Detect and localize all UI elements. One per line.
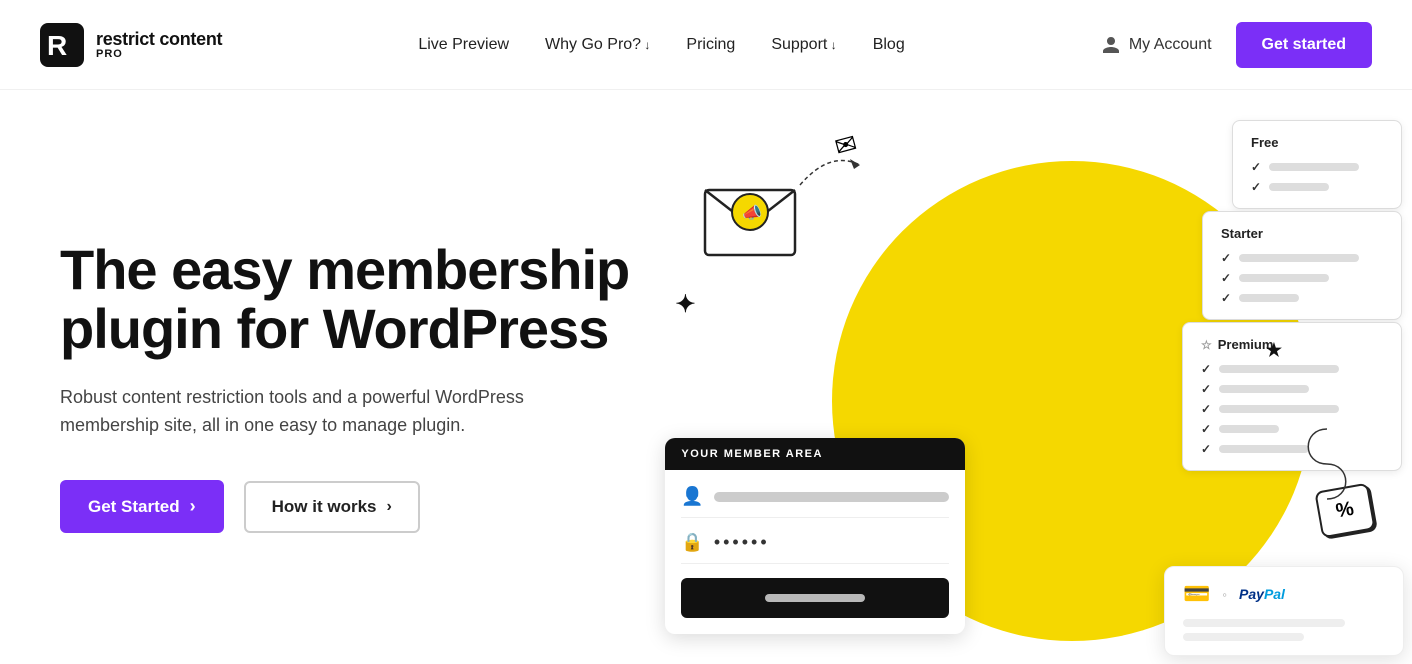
hero-section: The easy membership plugin for WordPress… [0, 90, 1412, 664]
paypal-logo: PayPal [1239, 586, 1285, 602]
login-button-label [765, 594, 865, 602]
navbar: R restrict content PRO Live Preview Why … [0, 0, 1412, 90]
yellow-circle [832, 161, 1312, 641]
hero-buttons: Get Started › How it works › [60, 480, 760, 533]
lock-icon: 🔒 [681, 532, 703, 553]
svg-text:R: R [47, 30, 67, 61]
card-free: Free ✓ ✓ [1232, 120, 1402, 209]
svg-text:📣: 📣 [742, 204, 762, 222]
logo-pro-badge: PRO [96, 49, 222, 60]
payment-line-1 [1183, 619, 1345, 627]
discount-tag: % [1315, 483, 1376, 539]
arrow-icon-secondary: › [387, 498, 392, 516]
get-started-button[interactable]: Get Started › [60, 480, 224, 533]
how-it-works-button[interactable]: How it works › [244, 481, 420, 533]
payment-options: 💳 ◦ PayPal [1183, 581, 1385, 607]
nav-item-why-go-pro[interactable]: Why Go Pro? [545, 36, 650, 54]
my-account-label: My Account [1129, 36, 1212, 54]
pricing-cards-container: Free ✓ ✓ Starter ✓ ✓ ✓ [1150, 120, 1402, 471]
paper-plane-icon: ✉ [832, 128, 861, 164]
arrow-icon: › [190, 496, 196, 517]
nav-item-live-preview[interactable]: Live Preview [418, 36, 509, 54]
card-starter-title: Starter [1221, 226, 1383, 241]
payment-card: 💳 ◦ PayPal [1164, 566, 1404, 656]
hero-content: The easy membership plugin for WordPress… [60, 221, 760, 533]
logo-main-text: restrict content [96, 30, 222, 48]
payment-line-2 [1183, 633, 1304, 641]
star-decoration-2: ★ [1266, 340, 1282, 361]
payment-details [1183, 619, 1385, 641]
card-premium: ☆ Premium ✓ ✓ ✓ ✓ ✓ [1182, 322, 1402, 471]
hero-subtitle: Robust content restriction tools and a p… [60, 383, 600, 441]
logo-link[interactable]: R restrict content PRO [40, 23, 222, 67]
nav-item-support[interactable]: Support [771, 36, 836, 54]
nav-item-blog[interactable]: Blog [873, 36, 905, 54]
credit-card-icon: 💳 [1183, 581, 1210, 607]
login-button [681, 578, 949, 618]
password-dots: •••••• [714, 532, 950, 553]
discount-percent: % [1334, 498, 1355, 523]
password-field: 🔒 •••••• [681, 532, 949, 564]
nav-right: My Account Get started [1101, 22, 1372, 68]
user-icon [1101, 35, 1121, 55]
nav-links: Live Preview Why Go Pro? Pricing Support… [418, 36, 904, 54]
decorative-swirl [1297, 424, 1357, 504]
my-account-link[interactable]: My Account [1101, 35, 1212, 55]
card-premium-title: ☆ Premium [1201, 337, 1383, 352]
card-free-title: Free [1251, 135, 1383, 150]
card-starter: Starter ✓ ✓ ✓ [1202, 211, 1402, 320]
logo-icon: R [40, 23, 84, 67]
curved-arrow [790, 145, 870, 195]
hero-title: The easy membership plugin for WordPress [60, 241, 760, 359]
nav-item-pricing[interactable]: Pricing [686, 36, 735, 54]
nav-get-started-button[interactable]: Get started [1236, 22, 1372, 68]
